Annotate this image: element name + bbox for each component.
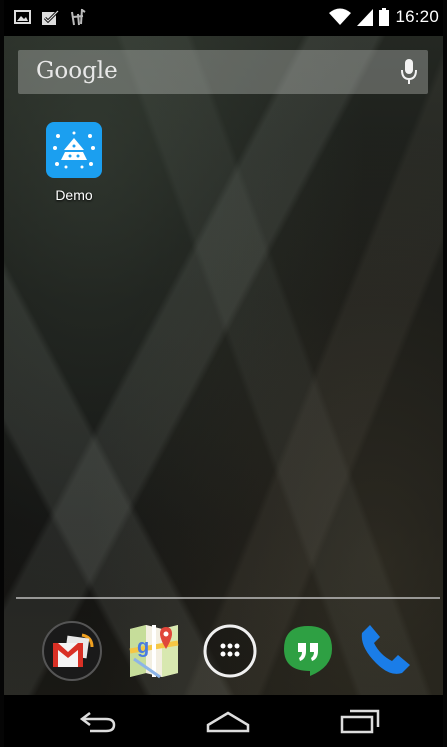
demo-app-icon[interactable] — [46, 122, 102, 178]
phone-icon[interactable] — [354, 621, 414, 681]
battery-icon — [379, 8, 390, 26]
system-icons: 16:20 — [329, 7, 439, 27]
navigation-bar — [4, 695, 443, 747]
back-icon[interactable] — [78, 707, 118, 735]
gmail-icon[interactable] — [42, 621, 102, 681]
wifi-icon — [329, 8, 352, 25]
recents-icon[interactable] — [338, 707, 382, 735]
home-screen: 16:20 Google Demo g — [4, 0, 443, 747]
app-notification-icon — [71, 8, 86, 26]
mic-icon[interactable] — [400, 58, 418, 86]
home-icon[interactable] — [204, 707, 252, 735]
clock: 16:20 — [395, 7, 439, 26]
hangouts-icon[interactable] — [278, 621, 338, 681]
checkbox-notification-icon — [42, 9, 60, 25]
search-label: Google — [36, 58, 118, 84]
app-drawer-icon[interactable] — [200, 621, 260, 681]
picture-notification-icon — [14, 10, 31, 24]
signal-icon — [357, 9, 374, 26]
app-shortcut-demo[interactable]: Demo — [42, 122, 106, 203]
app-label: Demo — [55, 187, 93, 203]
status-bar[interactable]: 16:20 — [4, 0, 443, 36]
google-search-bar[interactable]: Google — [18, 50, 428, 94]
dock-divider — [16, 597, 440, 599]
maps-icon[interactable]: g — [124, 621, 184, 681]
svg-text:g: g — [137, 636, 149, 658]
notification-icons — [14, 8, 86, 26]
